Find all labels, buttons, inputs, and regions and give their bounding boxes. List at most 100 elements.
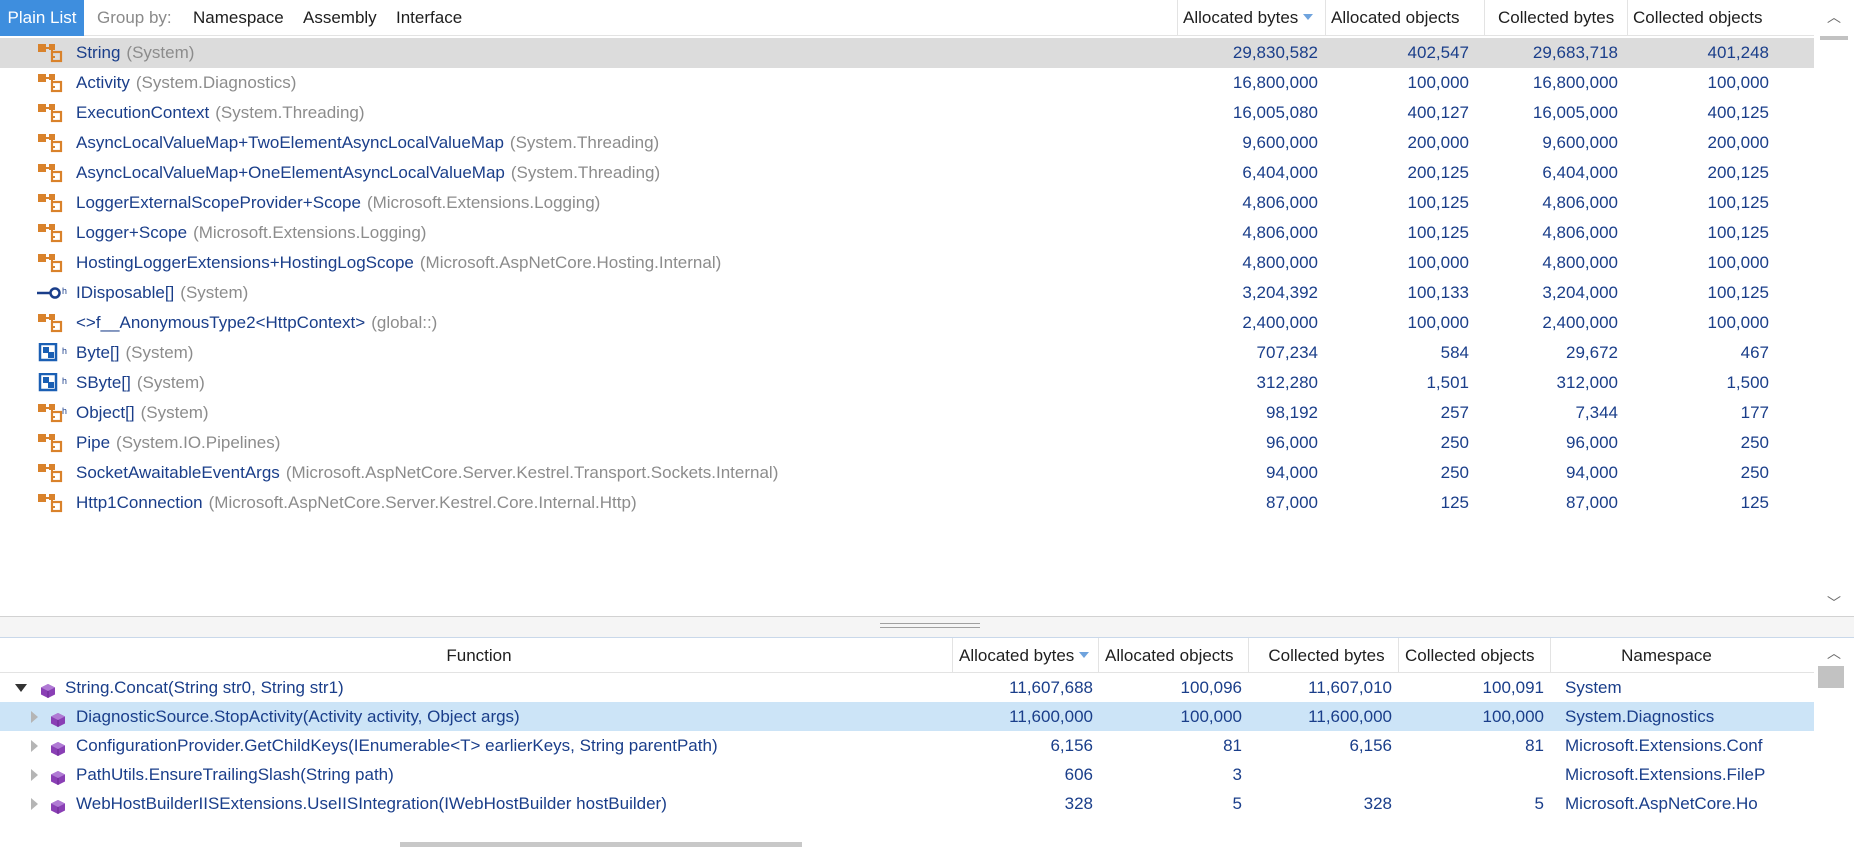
functions-horizontal-scroll-thumb[interactable]: [400, 842, 802, 847]
col-collected-objects[interactable]: Collected objects: [1627, 0, 1787, 36]
fn-allocated-bytes-cell: 11,600,000: [1009, 707, 1093, 726]
types-vertical-scrollbar[interactable]: ︿ ﹀: [1814, 0, 1854, 618]
type-row[interactable]: Activity (System.Diagnostics) 16,800,000 10…: [0, 68, 1814, 98]
type-namespace: (Microsoft.AspNetCore.Server.Kestrel.Tra…: [285, 463, 779, 482]
type-name-text: AsyncLocalValueMap+OneElementAsyncLocalV…: [76, 163, 505, 182]
allocated-bytes-cell: 3,204,392: [1242, 283, 1318, 302]
type-row[interactable]: HostingLoggerExtensions+HostingLogScope (…: [0, 248, 1814, 278]
type-namespace: (System): [136, 373, 205, 392]
type-namespace: (System): [126, 43, 195, 62]
group-assembly-button[interactable]: Assembly: [303, 0, 377, 36]
col-fn-namespace[interactable]: Namespace: [1550, 638, 1776, 673]
type-row[interactable]: ʰ Byte[] (System) 707,234 584 29,672 467: [0, 338, 1814, 368]
types-list: String (System) 29,830,582 402,547 29,683,71…: [0, 38, 1814, 618]
col-fn-allocated-bytes[interactable]: Allocated bytes: [952, 638, 1098, 673]
class-icon: [37, 193, 63, 213]
functions-scroll-thumb[interactable]: [1818, 666, 1844, 688]
function-row[interactable]: PathUtils.EnsureTrailingSlash(String pat…: [0, 760, 1814, 789]
col-allocated-objects[interactable]: Allocated objects: [1325, 0, 1484, 36]
type-row[interactable]: ExecutionContext (System.Threading) 16,005…: [0, 98, 1814, 128]
type-row[interactable]: ʰ SByte[] (System) 312,280 1,501 312,000 1,500: [0, 368, 1814, 398]
type-row[interactable]: Pipe (System.IO.Pipelines) 96,000 250 96,000…: [0, 428, 1814, 458]
type-name-text: ExecutionContext: [76, 103, 210, 122]
types-scroll-thumb[interactable]: [1820, 36, 1848, 40]
collected-objects-cell: 1,500: [1726, 373, 1769, 392]
type-row[interactable]: AsyncLocalValueMap+TwoElementAsyncLocalV…: [0, 128, 1814, 158]
function-name: PathUtils.EnsureTrailingSlash(String pat…: [76, 765, 394, 784]
functions-header: Function Allocated bytes Allocated objec…: [0, 638, 1814, 673]
expand-triangle-icon[interactable]: [31, 711, 38, 723]
scroll-up-icon[interactable]: ︿: [1814, 638, 1854, 668]
col-collected-bytes-label: Collected bytes: [1498, 8, 1615, 27]
allocated-objects-cell: 402,547: [1407, 43, 1469, 62]
type-name: SocketAwaitableEventArgs (Microsoft.AspNe…: [76, 458, 778, 488]
function-row[interactable]: String.Concat(String str0, String str1) 1…: [0, 673, 1814, 702]
pane-splitter[interactable]: [0, 616, 1854, 638]
expand-triangle-icon[interactable]: [31, 740, 38, 752]
col-fn-allocated-objects[interactable]: Allocated objects: [1098, 638, 1248, 673]
function-row[interactable]: ConfigurationProvider.GetChildKeys(IEnum…: [0, 731, 1814, 760]
fn-collected-objects-cell: 81: [1525, 736, 1544, 755]
plain-list-button[interactable]: Plain List: [0, 0, 84, 36]
group-namespace-button[interactable]: Namespace: [193, 0, 284, 36]
type-row[interactable]: Logger+Scope (Microsoft.Extensions.Loggin…: [0, 218, 1814, 248]
fn-allocated-bytes-cell: 6,156: [1050, 736, 1093, 755]
group-interface-button[interactable]: Interface: [396, 0, 462, 36]
type-namespace: (Microsoft.Extensions.Logging): [193, 223, 427, 242]
function-row[interactable]: WebHostBuilderIISExtensions.UseIISIntegr…: [0, 789, 1814, 818]
fn-allocated-objects-cell: 81: [1223, 736, 1242, 755]
collapse-triangle-icon[interactable]: [15, 684, 27, 692]
expand-triangle-icon[interactable]: [31, 798, 38, 810]
class-icon: [37, 163, 63, 183]
collected-objects-cell: 250: [1740, 433, 1769, 452]
class-icon: [37, 43, 63, 63]
scroll-down-icon[interactable]: ﹀: [1814, 588, 1854, 618]
fn-collected-objects-cell: 100,000: [1482, 707, 1544, 726]
type-name-text: LoggerExternalScopeProvider+Scope: [76, 193, 361, 212]
col-allocated-bytes[interactable]: Allocated bytes: [1177, 0, 1325, 36]
collected-bytes-cell: 29,672: [1566, 343, 1618, 362]
type-name: IDisposable[] (System): [76, 278, 248, 308]
class-icon: [37, 403, 63, 423]
allocated-objects-cell: 250: [1440, 433, 1469, 452]
type-row[interactable]: SocketAwaitableEventArgs (Microsoft.AspNe…: [0, 458, 1814, 488]
type-name-text: SByte[]: [76, 373, 131, 392]
type-name-text: Pipe: [76, 433, 111, 452]
type-row[interactable]: LoggerExternalScopeProvider+Scope (Micros…: [0, 188, 1814, 218]
allocated-bytes-cell: 87,000: [1266, 493, 1318, 512]
type-namespace: (Microsoft.Extensions.Logging): [366, 193, 601, 212]
col-collected-bytes[interactable]: Collected bytes: [1484, 0, 1627, 36]
collected-objects-cell: 401,248: [1707, 43, 1769, 62]
fn-namespace-cell: Microsoft.Extensions.FileP: [1565, 765, 1766, 784]
fn-namespace-cell: System: [1565, 678, 1622, 697]
type-row[interactable]: String (System) 29,830,582 402,547 29,683,71…: [0, 38, 1814, 68]
col-fn-collected-objects[interactable]: Collected objects: [1398, 638, 1550, 673]
col-fn-collected-bytes[interactable]: Collected bytes: [1248, 638, 1398, 673]
allocated-objects-cell: 250: [1440, 463, 1469, 482]
type-name-text: IDisposable[]: [76, 283, 175, 302]
type-name: String (System): [76, 38, 194, 68]
type-namespace: (System): [180, 283, 249, 302]
collected-bytes-cell: 4,806,000: [1542, 193, 1618, 212]
function-row[interactable]: DiagnosticSource.StopActivity(Activity a…: [0, 702, 1814, 731]
method-icon: [50, 766, 66, 785]
type-row[interactable]: ʰ IDisposable[] (System) 3,204,392 100,133 3,…: [0, 278, 1814, 308]
collected-objects-cell: 100,000: [1707, 313, 1769, 332]
class-icon: [37, 493, 63, 513]
type-namespace: (System.Diagnostics): [135, 73, 297, 92]
col-function[interactable]: Function: [0, 638, 952, 673]
type-row[interactable]: AsyncLocalValueMap+OneElementAsyncLocalV…: [0, 158, 1814, 188]
expand-triangle-icon[interactable]: [31, 769, 38, 781]
fn-collected-bytes-cell: 11,607,010: [1308, 678, 1392, 697]
type-row[interactable]: <>f__AnonymousType2<HttpContext> (global:…: [0, 308, 1814, 338]
type-name: Pipe (System.IO.Pipelines): [76, 428, 280, 458]
type-name-text: Byte[]: [76, 343, 120, 362]
col-allocated-bytes-label: Allocated bytes: [1183, 8, 1299, 27]
scroll-up-icon[interactable]: ︿: [1814, 2, 1854, 32]
generic-marker: ʰ: [62, 405, 67, 420]
class-icon: [37, 133, 63, 153]
allocated-objects-cell: 200,000: [1407, 133, 1469, 152]
type-row[interactable]: Http1Connection (Microsoft.AspNetCore.Ser…: [0, 488, 1814, 518]
type-row[interactable]: ʰ Object[] (System) 98,192 257 7,344 177: [0, 398, 1814, 428]
function-name: WebHostBuilderIISExtensions.UseIISIntegr…: [76, 794, 667, 813]
